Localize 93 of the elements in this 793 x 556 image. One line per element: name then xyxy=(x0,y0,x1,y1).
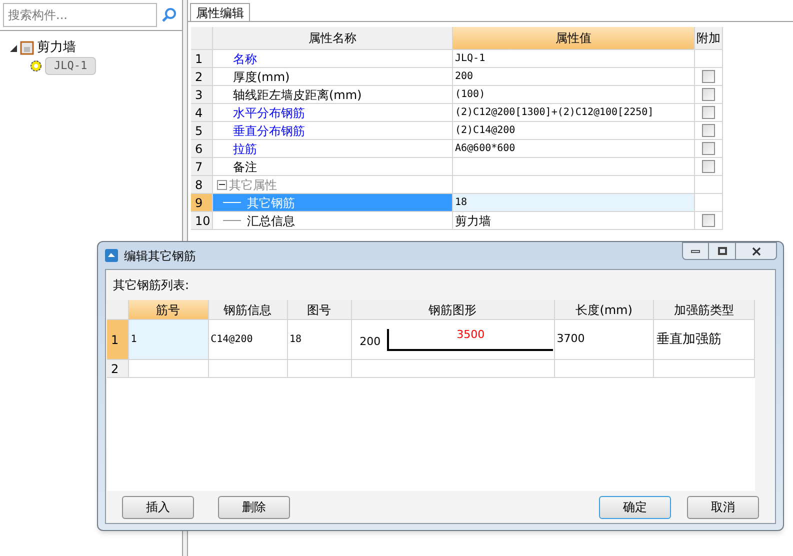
row-number: 1 xyxy=(191,50,213,68)
property-name: 水平分布钢筋 xyxy=(232,104,305,122)
dimension-label: 3500 xyxy=(456,328,485,342)
column-header[interactable]: 属性值 xyxy=(453,27,695,50)
property-name: 垂直分布钢筋 xyxy=(232,122,305,140)
close-button[interactable] xyxy=(735,242,777,260)
row-number: 6 xyxy=(191,140,213,158)
wall-icon xyxy=(20,41,34,55)
column-header[interactable]: 属性名称 xyxy=(213,27,453,50)
row-number: 9 xyxy=(191,194,213,212)
property-name: 名称 xyxy=(232,50,257,68)
header-corner xyxy=(191,27,213,50)
collapse-arrow-icon[interactable] xyxy=(10,44,17,52)
tree-connector-icon xyxy=(223,202,241,203)
table-cell[interactable]: JLQ-1 xyxy=(453,50,695,68)
row-number: 3 xyxy=(191,86,213,104)
table-cell[interactable]: 名称 xyxy=(213,50,453,68)
column-header[interactable]: 筋号 xyxy=(128,300,209,320)
checkbox[interactable] xyxy=(702,70,715,83)
table-cell[interactable]: 汇总信息 xyxy=(213,212,453,230)
column-header[interactable]: 钢筋图形 xyxy=(352,300,555,320)
table-cell[interactable]: (2)C12@200[1300]+(2)C12@100[2250] xyxy=(453,104,695,122)
table-cell[interactable]: 1 xyxy=(128,320,209,360)
table-cell[interactable]: 拉筋 xyxy=(213,140,453,158)
tab[interactable]: 属性编辑 xyxy=(190,3,250,21)
row-number: 8 xyxy=(191,176,213,194)
property-name: 其它属性 xyxy=(228,176,277,194)
minimize-button[interactable] xyxy=(682,242,709,260)
table-cell[interactable]: 200 xyxy=(453,68,695,86)
dialog-button[interactable]: 插入 xyxy=(122,496,194,518)
checkbox[interactable] xyxy=(702,124,715,137)
table-cell[interactable]: 垂直分布钢筋 xyxy=(213,122,453,140)
table-cell[interactable]: 水平分布钢筋 xyxy=(213,104,453,122)
checkbox[interactable] xyxy=(702,106,715,119)
tree-item[interactable]: JLQ-1 xyxy=(45,56,96,76)
table-cell[interactable]: 18 xyxy=(288,320,352,360)
table-cell[interactable] xyxy=(453,158,695,176)
tree-connector-icon xyxy=(223,220,241,221)
property-name: 备注 xyxy=(232,158,257,176)
table-cell[interactable] xyxy=(128,360,209,378)
column-header[interactable]: 附加 xyxy=(695,27,723,50)
search-icon[interactable] xyxy=(161,7,177,23)
column-header[interactable]: 长度(mm) xyxy=(554,300,654,320)
table-cell[interactable]: A6@600*600 xyxy=(453,140,695,158)
row-number: 2 xyxy=(191,68,213,86)
table-cell[interactable] xyxy=(352,360,555,378)
column-header[interactable]: 钢筋信息 xyxy=(208,300,288,320)
collapse-box-icon[interactable] xyxy=(217,180,227,190)
checkbox[interactable] xyxy=(702,88,715,101)
checkbox[interactable] xyxy=(702,142,715,155)
column-header[interactable]: 图号 xyxy=(288,300,352,320)
property-name: 拉筋 xyxy=(232,140,257,158)
row-number: 5 xyxy=(191,122,213,140)
table-cell[interactable]: 垂直加强筋 xyxy=(654,320,755,360)
maximize-button[interactable] xyxy=(709,242,735,260)
property-name: 厚度(mm) xyxy=(232,68,290,86)
dialog-title: 编辑其它钢筋 xyxy=(124,248,196,264)
gear-icon xyxy=(30,60,42,72)
table-cell[interactable]: 200 3500 xyxy=(352,320,555,360)
table-cell[interactable]: 厚度(mm) xyxy=(213,68,453,86)
table-cell[interactable]: 轴线距左墙皮距离(mm) xyxy=(213,86,453,104)
list-label: 其它钢筋列表: xyxy=(112,277,190,294)
dialog-button[interactable]: 删除 xyxy=(218,496,290,518)
tree-item[interactable]: 剪力墙 xyxy=(37,38,76,58)
dialog-button[interactable]: 确定 xyxy=(599,496,671,518)
table-cell[interactable] xyxy=(554,360,654,378)
dialog-button[interactable]: 取消 xyxy=(687,496,759,518)
table-cell[interactable]: C14@200 xyxy=(208,320,288,360)
table-cell[interactable]: 3700 xyxy=(554,320,654,360)
dimension-label: 200 xyxy=(360,334,381,350)
row-number: 10 xyxy=(191,212,213,230)
property-name: 轴线距左墙皮距离(mm) xyxy=(232,86,362,104)
table-cell[interactable]: 18 xyxy=(453,194,695,212)
table-cell[interactable]: 备注 xyxy=(213,158,453,176)
row-number: 4 xyxy=(191,104,213,122)
table-cell[interactable] xyxy=(208,360,288,378)
table-cell[interactable] xyxy=(453,176,695,194)
row-number: 2 xyxy=(107,360,129,378)
table-cell[interactable]: (100) xyxy=(453,86,695,104)
close-icon xyxy=(752,246,760,256)
row-number: 7 xyxy=(191,158,213,176)
app-icon xyxy=(104,248,119,263)
checkbox[interactable] xyxy=(702,214,715,227)
row-number: 1 xyxy=(107,320,129,360)
search-field[interactable]: 搜索构件... xyxy=(3,3,157,27)
property-name: 汇总信息 xyxy=(246,212,295,230)
table-cell[interactable]: 剪力墙 xyxy=(453,212,695,230)
table-cell[interactable] xyxy=(288,360,352,378)
table-cell[interactable] xyxy=(654,360,755,378)
table-cell[interactable]: (2)C14@200 xyxy=(453,122,695,140)
checkbox[interactable] xyxy=(702,160,715,173)
column-header[interactable]: 加强筋类型 xyxy=(654,300,755,320)
property-name: 其它钢筋 xyxy=(246,194,295,212)
